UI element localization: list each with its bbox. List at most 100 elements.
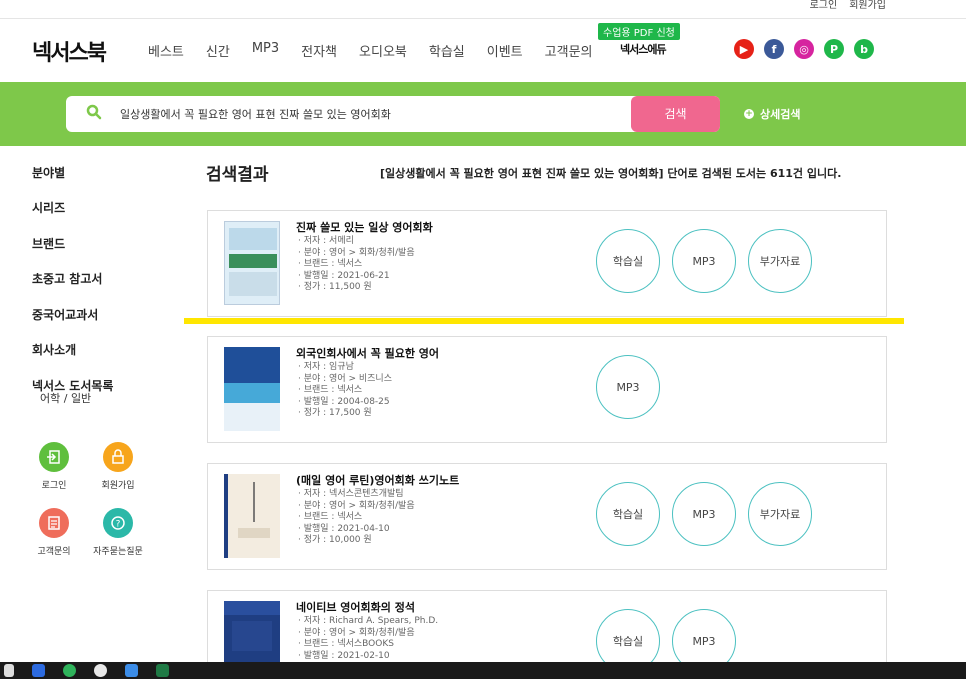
book-field: · 분야 : 영어 > 회화/청취/발음 [298,500,415,511]
book-date: · 발행일 : 2021-04-10 [298,523,390,534]
nav-ebook[interactable]: 전자책 [301,41,337,60]
book-cover[interactable] [224,474,280,558]
quick-faq[interactable]: ? 자주묻는질문 [88,508,148,557]
result-summary: [일상생활에서 꼭 필요한 영어 표현 진짜 쓸모 있는 영어회화] 단어로 검… [380,167,842,180]
file-icon[interactable] [4,664,14,677]
book-field: · 분야 : 영어 > 회화/청취/발음 [298,627,415,638]
quick-signup[interactable]: 회원가입 [88,442,148,491]
book-date: · 발행일 : 2021-02-10 [298,650,390,661]
book-card: 진짜 쓸모 있는 일상 영어회화 · 저자 : 서메리 · 분야 : 영어 > … [207,210,887,317]
sidebar-item-school[interactable]: 초중고 참고서 [32,270,102,287]
sidebar-item-brand[interactable]: 브랜드 [32,235,65,252]
nav-support[interactable]: 고객문의 [545,41,593,60]
advanced-search-link[interactable]: + 상세검색 [744,106,800,122]
instagram-icon[interactable]: ◎ [794,39,814,59]
header: 넥서스북 베스트 신간 MP3 전자책 오디오북 학습실 이벤트 고객문의 수업… [0,18,966,82]
sidebar-item-series[interactable]: 시리즈 [32,199,65,216]
book-title[interactable]: (매일 영어 루틴)영어회화 쓰기노트 [296,472,459,488]
book-brand: · 브랜드 : 넥서스 [298,512,363,522]
post-icon[interactable]: P [824,39,844,59]
book-field: · 분야 : 영어 > 비즈니스 [298,373,392,384]
book-title[interactable]: 외국인회사에서 꼭 필요한 영어 [296,345,439,361]
book-meta: · 저자 : Richard A. Spears, Ph.D. · 분야 : 영… [298,616,438,662]
login-icon [39,442,69,472]
mp3-button[interactable]: MP3 [672,229,736,293]
book-card: (매일 영어 루틴)영어회화 쓰기노트 · 저자 : 넥서스콘텐츠개발팀 · 분… [207,463,887,570]
book-author: · 저자 : 서메리 [298,236,354,246]
search-button[interactable]: 검색 [631,96,720,132]
utility-links: 로그인 회원가입 [810,0,886,11]
book-actions: MP3 [596,355,660,419]
book-meta: · 저자 : 서메리 · 분야 : 영어 > 회화/청취/발음 · 브랜드 : … [298,236,415,294]
sidebar-item-category[interactable]: 분야별 [32,164,65,181]
login-link[interactable]: 로그인 [810,0,838,11]
nav-event[interactable]: 이벤트 [487,41,523,60]
book-title[interactable]: 네이티브 영어회화의 정석 [296,599,415,615]
nexus-edu-logo[interactable]: 넥서스에듀 [620,41,667,57]
book-meta: · 저자 : 넥서스콘텐츠개발팀 · 분야 : 영어 > 회화/청취/발음 · … [298,489,415,547]
quick-signup-label: 회원가입 [101,481,135,491]
question-icon: ? [103,508,133,538]
quick-inquiry-label: 고객문의 [37,547,71,557]
quick-login[interactable]: 로그인 [24,442,84,491]
nexus-logo[interactable]: 넥서스북 [32,35,107,67]
quick-inquiry[interactable]: 고객문의 [24,508,84,557]
book-card: 외국인회사에서 꼭 필요한 영어 · 저자 : 임규남 · 분야 : 영어 > … [207,336,887,443]
plus-icon: + [744,109,754,119]
book-actions: 학습실 MP3 부가자료 [596,482,812,546]
sidebar-item-company[interactable]: 회사소개 [32,341,76,358]
mp3-button[interactable]: MP3 [596,355,660,419]
book-author: · 저자 : Richard A. Spears, Ph.D. [298,616,439,626]
book-price: · 정가 : 11,500 원 [298,282,372,292]
search-icon [86,104,102,120]
book-field: · 분야 : 영어 > 회화/청취/발음 [298,247,415,258]
excel-icon[interactable] [156,664,169,677]
book-author: · 저자 : 임규남 [298,362,354,372]
search-input[interactable]: 일상생활에서 꼭 필요한 영어 표현 진짜 쓸모 있는 영어회화 [120,106,391,122]
book-price: · 정가 : 10,000 원 [298,535,372,545]
os-taskbar [0,662,966,679]
nav-mp3[interactable]: MP3 [252,41,279,60]
search-band: 일상생활에서 꼭 필요한 영어 표현 진짜 쓸모 있는 영어회화 [0,82,966,146]
materials-button[interactable]: 부가자료 [748,482,812,546]
book-author: · 저자 : 넥서스콘텐츠개발팀 [298,489,404,499]
study-button[interactable]: 학습실 [596,229,660,293]
book-date: · 발행일 : 2021-06-21 [298,270,390,281]
lock-icon [103,442,133,472]
svg-text:?: ? [116,520,121,530]
book-title[interactable]: 진짜 쓸모 있는 일상 영어회화 [296,219,433,235]
youtube-icon[interactable]: ▶ [734,39,754,59]
chrome-icon[interactable] [94,664,107,677]
quick-faq-label: 자주묻는질문 [93,547,143,557]
nav-new[interactable]: 신간 [206,41,230,60]
blog-icon[interactable]: b [854,39,874,59]
nav-best[interactable]: 베스트 [148,41,184,60]
book-brand: · 브랜드 : 넥서스 [298,259,363,269]
book-meta: · 저자 : 임규남 · 분야 : 영어 > 비즈니스 · 브랜드 : 넥서스 … [298,362,392,420]
quick-login-label: 로그인 [41,481,67,491]
signup-link[interactable]: 회원가입 [849,0,886,11]
catalog-sub-links[interactable]: 어학 / 일반 [40,390,91,406]
materials-button[interactable]: 부가자료 [748,229,812,293]
app-icon[interactable] [32,664,45,677]
highlight-bar [184,318,904,324]
book-cover[interactable] [224,347,280,431]
book-brand: · 브랜드 : 넥서스BOOKS [298,639,394,649]
book-price: · 정가 : 17,500 원 [298,408,372,418]
facebook-icon[interactable]: f [764,39,784,59]
nav-audiobook[interactable]: 오디오북 [359,41,407,60]
book-actions: 학습실 MP3 부가자료 [596,229,812,293]
pdf-request-badge[interactable]: 수업용 PDF 신청 [598,23,680,40]
nav-study[interactable]: 학습실 [429,41,465,60]
mp3-button[interactable]: MP3 [672,482,736,546]
book-date: · 발행일 : 2004-08-25 [298,396,390,407]
chat-icon[interactable] [63,664,76,677]
bird-icon[interactable] [125,664,138,677]
document-icon [39,508,69,538]
study-button[interactable]: 학습실 [596,482,660,546]
book-cover[interactable] [224,221,280,305]
search-box[interactable]: 일상생활에서 꼭 필요한 영어 표현 진짜 쓸모 있는 영어회화 [66,96,720,132]
sidebar-item-chinese[interactable]: 중국어교과서 [32,306,98,323]
book-brand: · 브랜드 : 넥서스 [298,385,363,395]
advanced-search-label: 상세검색 [760,108,801,121]
